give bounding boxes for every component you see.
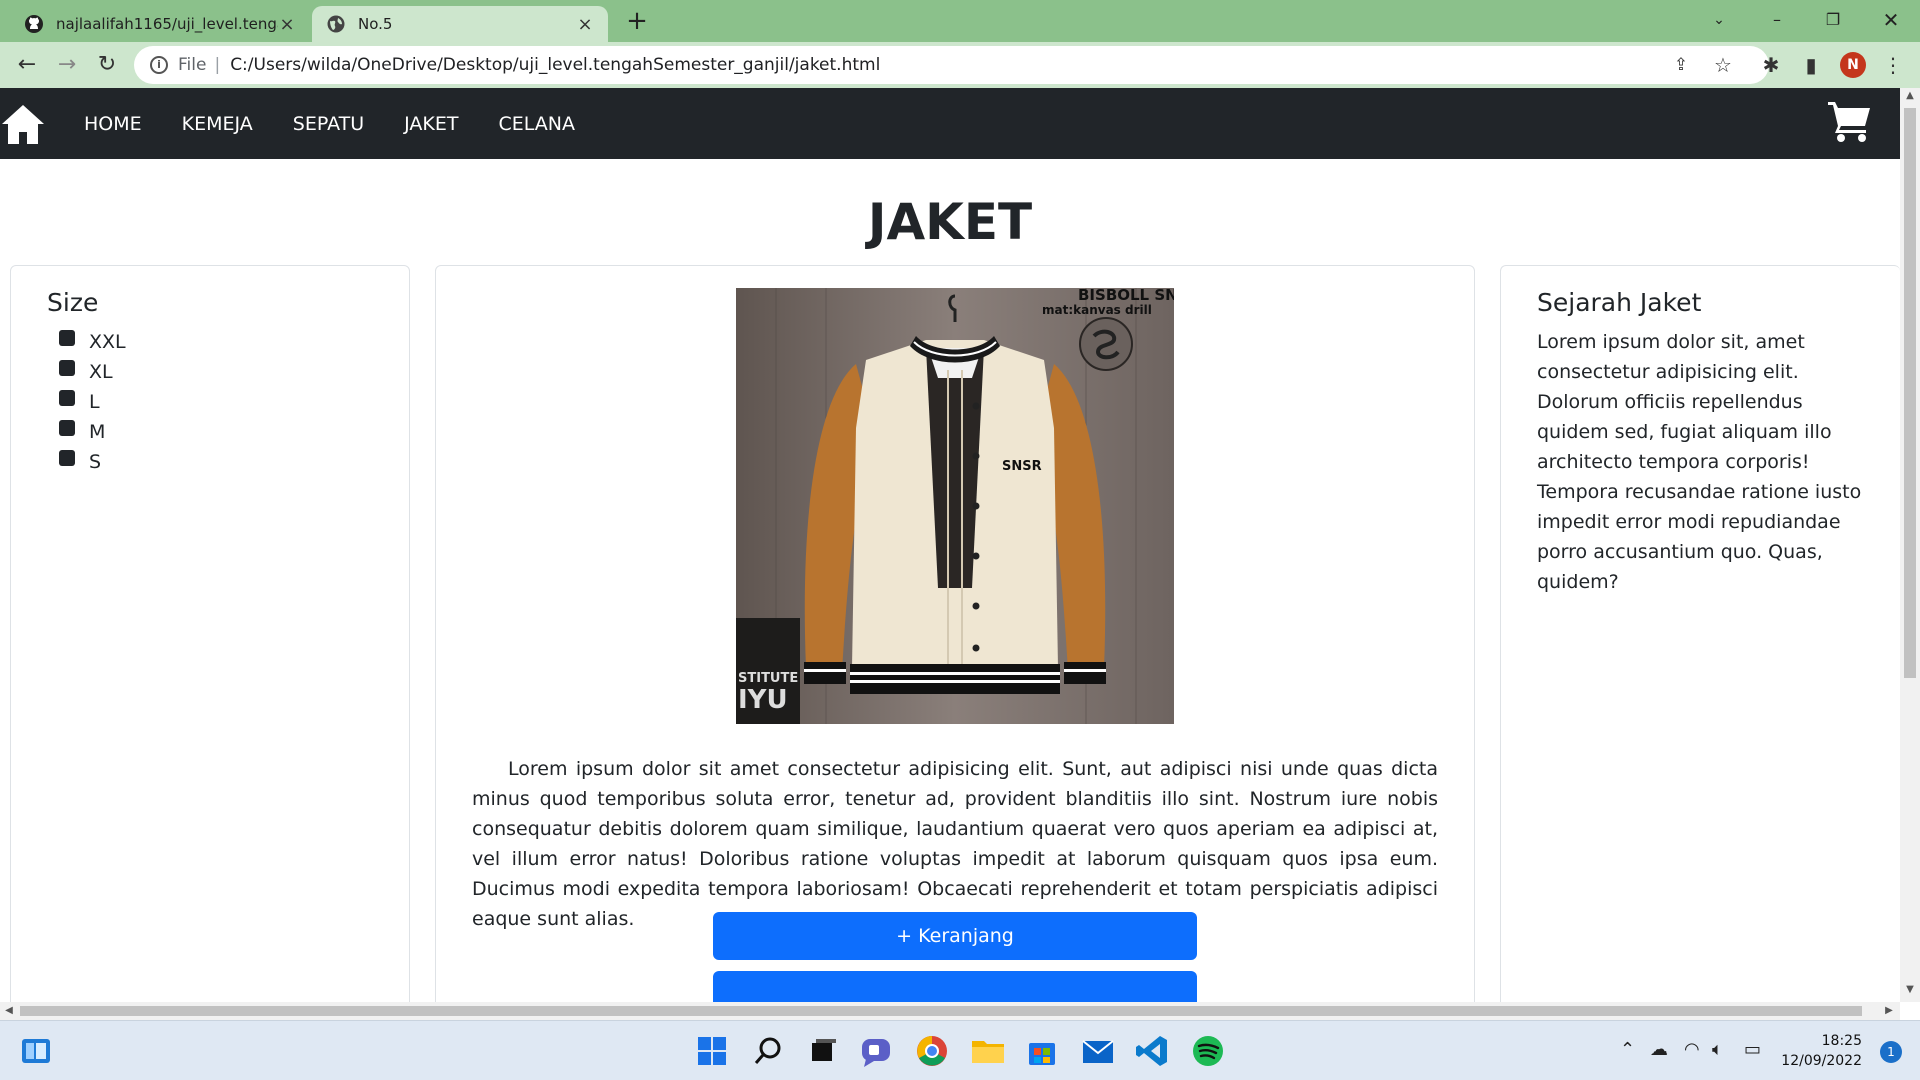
- history-text: Lorem ipsum dolor sit, amet consectetur …: [1537, 331, 1862, 593]
- scroll-up-icon[interactable]: ▲: [1900, 90, 1920, 101]
- tray-overflow-icon[interactable]: ⌃: [1620, 1039, 1635, 1060]
- close-tab-icon[interactable]: ×: [576, 14, 594, 35]
- browser-toolbar: ← → ↻ i File | C:/Users/wilda/OneDrive/D…: [0, 42, 1920, 88]
- info-icon[interactable]: i: [150, 56, 168, 74]
- widgets-icon[interactable]: [16, 1031, 56, 1071]
- history-card: Sejarah Jaket Lorem ipsum dolor sit, ame…: [1500, 265, 1900, 1002]
- image-sign-line2: IYU: [738, 685, 788, 715]
- clock[interactable]: 18:25 12/09/2022: [1781, 1031, 1862, 1071]
- new-tab-button[interactable]: +: [622, 6, 652, 36]
- share-icon[interactable]: ⇪: [1668, 52, 1694, 78]
- task-view-icon[interactable]: [802, 1031, 842, 1071]
- start-icon[interactable]: [692, 1031, 732, 1071]
- tab-strip: najlaalifah1165/uji_level.tengahSe × No.…: [0, 0, 1920, 42]
- scrollbar-thumb[interactable]: [1904, 108, 1916, 678]
- restore-icon[interactable]: ❐: [1808, 0, 1858, 40]
- scroll-down-icon[interactable]: ▼: [1900, 984, 1920, 995]
- mail-icon[interactable]: [1078, 1031, 1118, 1071]
- address-separator: |: [214, 55, 221, 75]
- minimize-icon[interactable]: –: [1752, 0, 1802, 40]
- onedrive-icon[interactable]: ☁: [1650, 1039, 1668, 1060]
- store-icon[interactable]: [1022, 1031, 1062, 1071]
- file-explorer-icon[interactable]: [968, 1031, 1008, 1071]
- nav-home[interactable]: HOME: [84, 113, 142, 135]
- reload-icon[interactable]: ↻: [92, 50, 122, 80]
- extensions-icon[interactable]: ✱: [1758, 52, 1784, 78]
- address-url: C:/Users/wilda/OneDrive/Desktop/uji_leve…: [230, 55, 881, 75]
- tab-active[interactable]: No.5 ×: [312, 6, 608, 42]
- bullet-icon: [59, 420, 75, 436]
- size-label: L: [89, 391, 100, 413]
- product-card: BISBOLL SNSR mat:kanvas drill SNSR STITU…: [435, 265, 1475, 1002]
- jacket-product-image: BISBOLL SNSR mat:kanvas drill SNSR STITU…: [736, 288, 1174, 724]
- image-chest-text: SNSR: [1002, 459, 1042, 474]
- list-item[interactable]: XXL: [59, 327, 409, 357]
- bullet-icon: [59, 330, 75, 346]
- tab-github[interactable]: najlaalifah1165/uji_level.tengahSe ×: [10, 6, 310, 42]
- page-title: JAKET: [867, 193, 1033, 251]
- size-label: XXL: [89, 331, 126, 353]
- site-navbar: HOME KEMEJA SEPATU JAKET CELANA: [0, 88, 1900, 159]
- chat-icon[interactable]: [856, 1031, 896, 1071]
- size-label: S: [89, 451, 102, 473]
- image-caption-line2: mat:kanvas drill: [1042, 303, 1152, 317]
- close-tab-icon[interactable]: ×: [278, 14, 296, 35]
- github-icon: [25, 15, 43, 33]
- nav-kemeja[interactable]: KEMEJA: [182, 113, 253, 135]
- size-list: XXL XL L M S: [59, 327, 409, 477]
- size-title: Size: [47, 288, 99, 317]
- search-icon[interactable]: [748, 1031, 788, 1071]
- vscode-icon[interactable]: [1132, 1031, 1172, 1071]
- address-scheme: File: [178, 55, 207, 75]
- page-viewport: HOME KEMEJA SEPATU JAKET CELANA JAKET Si…: [0, 88, 1900, 1002]
- size-card: Size XXL XL L M S: [10, 265, 410, 1002]
- clock-time: 18:25: [1821, 1033, 1862, 1049]
- image-sign-line1: STITUTE: [738, 671, 798, 686]
- list-item[interactable]: M: [59, 417, 409, 447]
- tab-search-icon[interactable]: ⌄: [1694, 0, 1744, 40]
- size-label: XL: [89, 361, 113, 383]
- size-label: M: [89, 421, 106, 443]
- vertical-scrollbar[interactable]: ▲ ▼: [1900, 88, 1920, 1002]
- bullet-icon: [59, 450, 75, 466]
- menu-icon[interactable]: ⋮: [1880, 52, 1906, 78]
- spotify-icon[interactable]: [1188, 1031, 1228, 1071]
- bullet-icon: [59, 360, 75, 376]
- cart-icon[interactable]: [1826, 98, 1872, 144]
- globe-icon: [327, 15, 345, 33]
- bookmark-star-icon[interactable]: ☆: [1710, 52, 1736, 78]
- product-description: Lorem ipsum dolor sit amet consectetur a…: [472, 758, 1438, 930]
- profile-avatar[interactable]: N: [1840, 52, 1866, 78]
- scrollbar-thumb[interactable]: [20, 1006, 1862, 1016]
- clock-date: 12/09/2022: [1781, 1053, 1862, 1069]
- image-caption-line1: BISBOLL SNSR: [1078, 288, 1174, 304]
- back-icon[interactable]: ←: [12, 50, 42, 80]
- notification-badge[interactable]: 1: [1880, 1041, 1902, 1063]
- scroll-right-icon[interactable]: ▶: [1880, 1002, 1898, 1020]
- tab-title: No.5: [358, 15, 393, 33]
- bullet-icon: [59, 390, 75, 406]
- address-bar[interactable]: i File | C:/Users/wilda/OneDrive/Desktop…: [134, 46, 1769, 84]
- nav-sepatu[interactable]: SEPATU: [293, 113, 364, 135]
- list-item[interactable]: XL: [59, 357, 409, 387]
- add-to-cart-button[interactable]: + Keranjang: [713, 912, 1197, 960]
- list-item[interactable]: L: [59, 387, 409, 417]
- chrome-icon[interactable]: [912, 1031, 952, 1071]
- close-window-icon[interactable]: ✕: [1866, 0, 1916, 40]
- history-title: Sejarah Jaket: [1537, 288, 1702, 317]
- taskbar: ⌃ ☁ ◠ 🔈︎ ▭ 18:25 12/09/2022 1: [0, 1020, 1920, 1080]
- scroll-left-icon[interactable]: ◀: [0, 1002, 18, 1020]
- nav-celana[interactable]: CELANA: [498, 113, 575, 135]
- battery-icon[interactable]: ▭: [1744, 1039, 1761, 1060]
- nav-jaket[interactable]: JAKET: [404, 113, 458, 135]
- horizontal-scrollbar[interactable]: ◀ ▶: [0, 1002, 1900, 1020]
- side-panel-icon[interactable]: ▮: [1798, 52, 1824, 78]
- volume-icon[interactable]: 🔈︎: [1712, 1039, 1723, 1060]
- wifi-icon[interactable]: ◠: [1684, 1039, 1700, 1060]
- forward-icon[interactable]: →: [52, 50, 82, 80]
- home-icon[interactable]: [0, 102, 46, 146]
- secondary-action-button[interactable]: [713, 971, 1197, 1002]
- list-item[interactable]: S: [59, 447, 409, 477]
- tab-title: najlaalifah1165/uji_level.tengahSe: [56, 15, 278, 33]
